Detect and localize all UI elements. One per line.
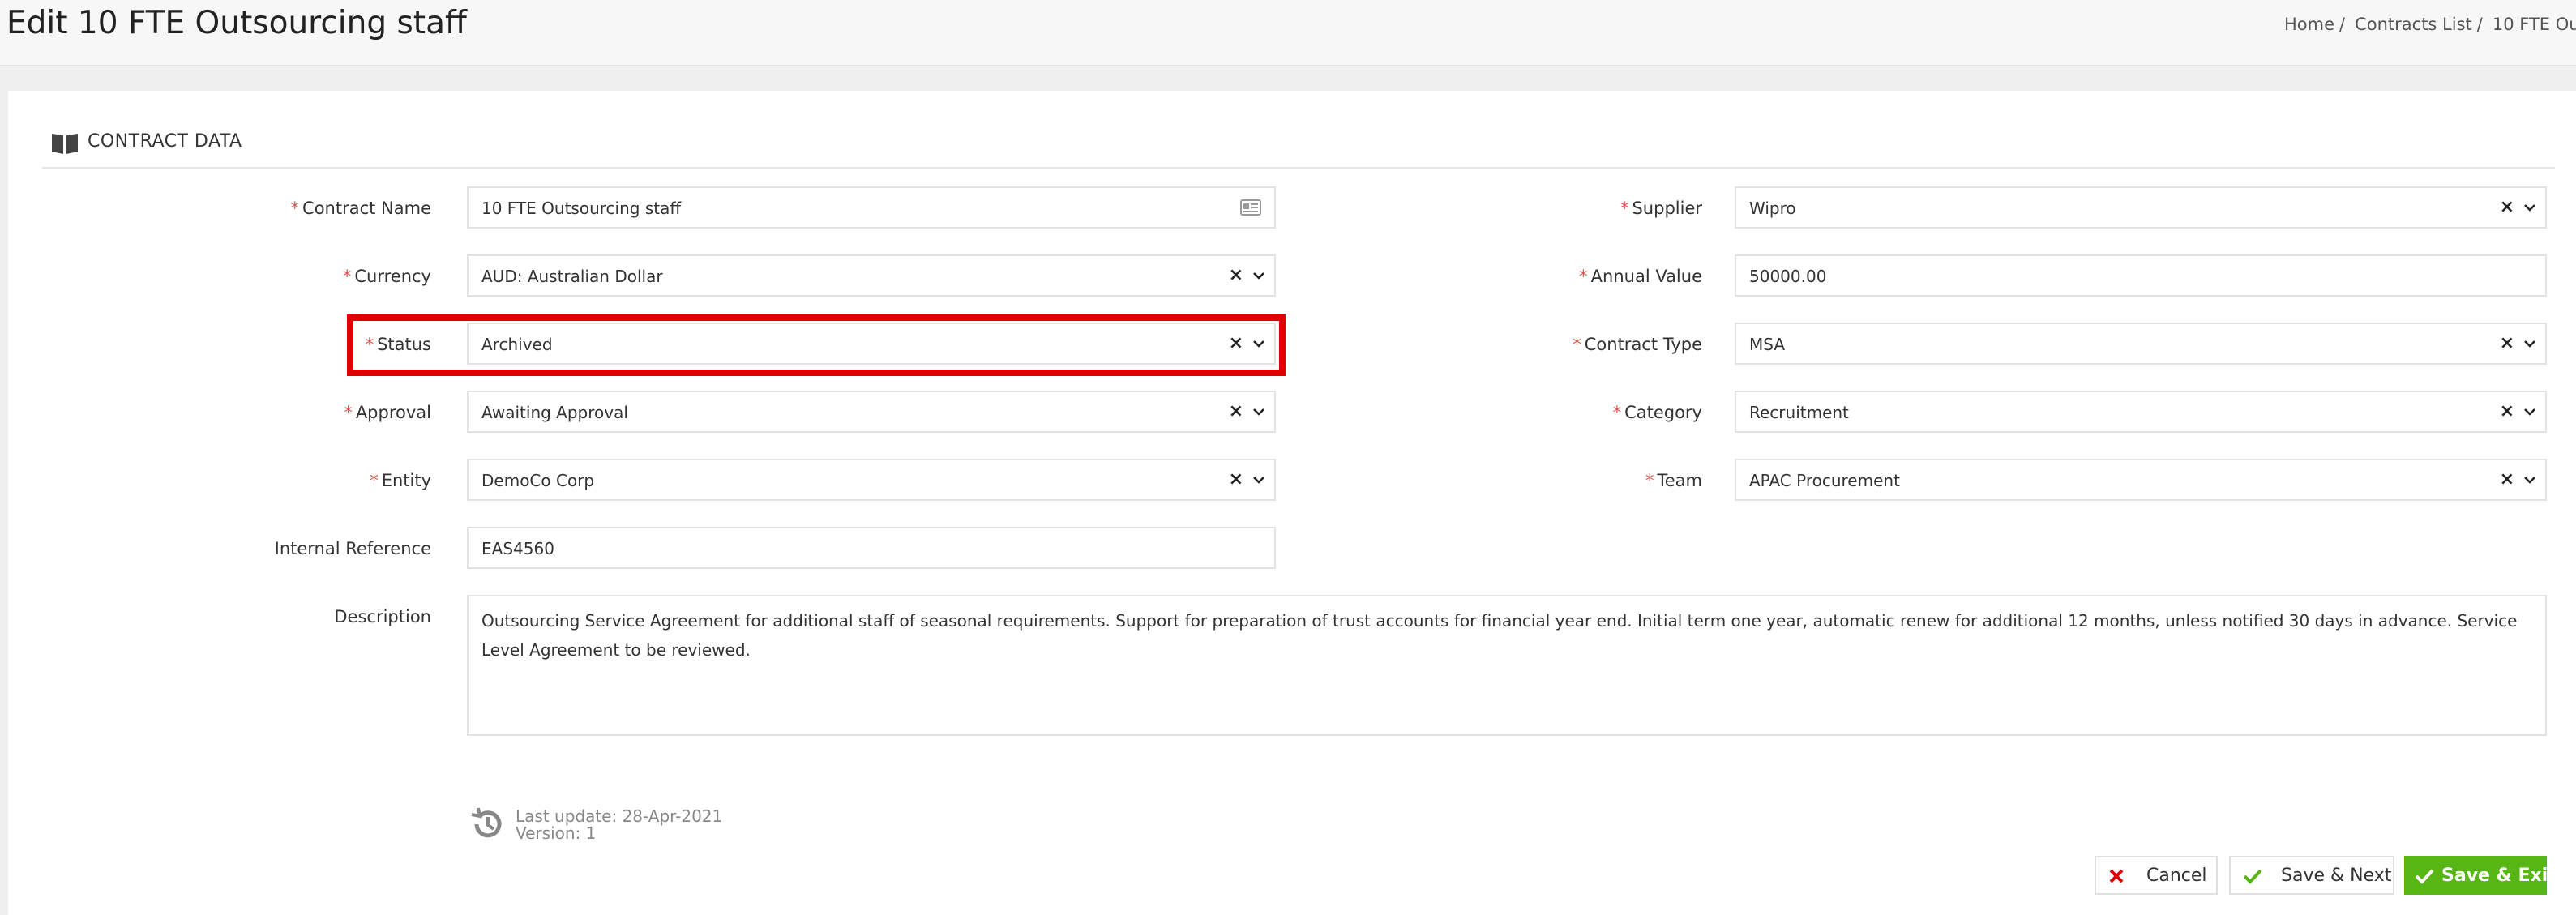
chevron-down-icon[interactable] [2523,335,2537,353]
approval-label: * Approval [344,403,431,422]
clear-icon[interactable]: × [2500,469,2514,490]
chevron-down-icon[interactable] [2523,471,2537,489]
contract-name-label: * Contract Name [290,199,431,218]
version-text: Version: 1 [516,823,597,843]
entity-label: * Entity [370,471,431,490]
description-label: Description [334,607,431,626]
clear-icon[interactable]: × [2500,333,2514,353]
chevron-down-icon[interactable] [1252,403,1266,421]
last-update-info: Last update: 28-Apr-2021 Version: 1 [516,808,722,842]
history-icon [471,807,502,838]
supplier-label: * Supplier [1620,199,1702,218]
required-marker: * [342,267,352,286]
check-icon [2243,869,2262,884]
contract-name-input[interactable]: 10 FTE Outsourcing staff [467,186,1276,229]
supplier-select[interactable]: Wipro × [1735,186,2547,229]
top-bar: Edit 10 FTE Outsourcing staff Home / Contr… [0,0,2576,66]
breadcrumb-current: 10 FTE Outsourcing staff [2492,15,2576,34]
close-icon [2109,869,2124,883]
required-marker: * [290,199,300,218]
save-next-button[interactable]: Save & Next [2229,856,2394,895]
clear-icon[interactable]: × [1229,265,1243,285]
clear-icon[interactable]: × [2500,197,2514,217]
section-header: CONTRACT DATA [42,128,2555,169]
currency-select[interactable]: AUD: Australian Dollar × [467,254,1276,297]
team-label: * Team [1645,471,1702,490]
chevron-down-icon[interactable] [2523,403,2537,421]
contract-type-select[interactable]: MSA × [1735,323,2547,365]
clear-icon[interactable]: × [1229,401,1243,421]
breadcrumb-contracts-list[interactable]: Contracts List [2355,15,2472,34]
chevron-down-icon[interactable] [1252,267,1266,284]
contract-type-label: * Contract Type [1573,335,1702,354]
cancel-button[interactable]: Cancel [2095,856,2218,895]
last-update-text: Last update: 28-Apr-2021 [516,806,723,826]
required-marker: * [370,471,379,490]
required-marker: * [1573,335,1581,354]
section-title: CONTRACT DATA [88,131,242,152]
annual-value-label: * Annual Value [1579,267,1702,286]
id-card-icon[interactable] [1240,199,1261,216]
breadcrumb-home[interactable]: Home [2284,15,2334,34]
approval-select[interactable]: Awaiting Approval × [467,391,1276,433]
book-icon [52,134,78,154]
status-highlight-box [347,314,1286,376]
page-title: Edit 10 FTE Outsourcing staff [6,5,467,41]
internal-reference-input[interactable]: EAS4560 [467,527,1276,569]
currency-label: * Currency [342,267,431,286]
required-marker: * [1612,403,1622,422]
required-marker: * [344,403,353,422]
required-marker: * [1645,471,1654,490]
description-textarea[interactable]: Outsourcing Service Agreement for additi… [467,595,2547,736]
category-select[interactable]: Recruitment × [1735,391,2547,433]
team-select[interactable]: APAC Procurement × [1735,459,2547,501]
annual-value-input[interactable]: 50000.00 [1735,254,2547,297]
internal-reference-label: Internal Reference [274,539,431,558]
required-marker: * [1620,199,1629,218]
category-label: * Category [1612,403,1702,422]
chevron-down-icon[interactable] [2523,199,2537,216]
required-marker: * [1579,267,1588,286]
breadcrumb: Home/Contracts List/10 FTE Outsourcing s… [2284,15,2576,34]
save-exit-button[interactable]: Save & Exit [2404,856,2557,895]
chevron-down-icon[interactable] [1252,471,1266,489]
check-icon [2415,869,2434,884]
clear-icon[interactable]: × [1229,469,1243,490]
clear-icon[interactable]: × [2500,401,2514,421]
entity-select[interactable]: DemoCo Corp × [467,459,1276,501]
